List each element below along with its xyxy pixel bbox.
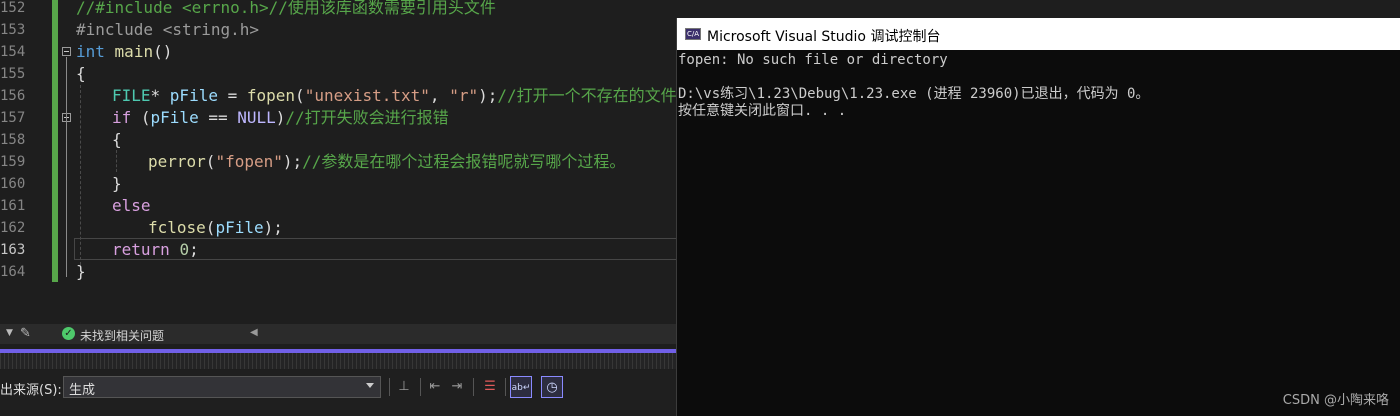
timestamp-toggle-icon[interactable]: ◷	[541, 376, 563, 398]
comment: //打开失败会进行报错	[285, 108, 449, 127]
word-wrap-toggle-icon[interactable]: ab↵	[510, 376, 532, 398]
console-title-bar[interactable]: C/A Microsoft Visual Studio 调试控制台	[677, 18, 1400, 50]
line-number-current: 163	[0, 242, 26, 258]
variable: pFile	[150, 108, 199, 127]
toolbar-divider	[505, 378, 506, 396]
line-number: 155	[0, 66, 26, 82]
debug-console-window[interactable]: C/A Microsoft Visual Studio 调试控制台 fopen:…	[676, 18, 1400, 416]
keyword: if	[112, 108, 132, 127]
code-line: 164	[0, 261, 676, 283]
punct: ;	[189, 240, 199, 259]
code-text: FILE* pFile = fopen("unexist.txt", "r");…	[112, 85, 676, 107]
punct: =	[217, 86, 247, 105]
function-name: main	[114, 42, 154, 61]
keyword: return	[112, 240, 170, 259]
punct: (	[205, 218, 216, 237]
variable: pFile	[215, 218, 264, 237]
punct: ,	[429, 86, 450, 105]
code-line: 155	[0, 63, 676, 85]
punct: );	[282, 152, 303, 171]
code-text: return 0;	[112, 239, 199, 261]
punct: ()	[153, 42, 173, 61]
toolbar-divider	[420, 378, 421, 396]
string-literal: "unexist.txt"	[304, 86, 430, 105]
line-number: 152	[0, 0, 26, 16]
line-number: 154	[0, 44, 26, 60]
code-text: #include <string.h>	[76, 20, 260, 39]
punct: )	[275, 108, 286, 127]
next-message-icon[interactable]: ⇥	[446, 376, 468, 398]
previous-message-icon[interactable]: ⇤	[424, 376, 446, 398]
type-name: FILE	[112, 86, 151, 105]
punct: ==	[198, 108, 238, 127]
code-text: int main()	[76, 41, 172, 63]
panel-resize-grip[interactable]	[0, 353, 676, 369]
punct: );	[263, 218, 283, 237]
line-number: 156	[0, 88, 26, 104]
line-number: 157	[0, 110, 26, 126]
comment: //参数是在哪个过程会报错呢就写哪个过程。	[302, 152, 626, 171]
code-text: if (pFile == NULL)//打开失败会进行报错	[112, 107, 449, 129]
punct: *	[150, 86, 170, 105]
code-editor[interactable]: 152 153 154 155 156 157 158 159 160 161 …	[0, 0, 676, 326]
toolbar-divider	[389, 378, 390, 396]
console-app-icon: C/A	[685, 28, 701, 40]
code-cleanup-icon[interactable]: ✎	[20, 326, 31, 341]
code-line: 161	[0, 195, 676, 217]
editor-status-bar: ▼ ✎ ✓ 未找到相关问题 ◀	[0, 324, 676, 344]
macro: NULL	[237, 108, 276, 127]
keyword: int	[76, 42, 105, 61]
code-text: fclose(pFile);	[148, 217, 283, 239]
function-name: fopen	[246, 86, 296, 105]
fold-toggle-icon[interactable]	[62, 47, 71, 56]
code-text: //#include <errno.h>//使用该库函数需要引用头文件	[76, 0, 496, 17]
punct: (	[205, 152, 216, 171]
line-number: 158	[0, 132, 26, 148]
function-name: fclose	[148, 218, 206, 237]
code-text: {	[112, 130, 122, 149]
watermark: CSDN @小陶来咯	[1282, 393, 1389, 408]
number-literal: 0	[179, 240, 190, 259]
line-number: 160	[0, 176, 26, 192]
fold-guide	[66, 57, 67, 277]
indent-guide	[116, 150, 117, 172]
punct: );	[478, 86, 498, 105]
code-text: else	[112, 196, 151, 215]
code-text: perror("fopen");//参数是在哪个过程会报错呢就写哪个过程。	[148, 151, 625, 173]
output-source-select[interactable]: 生成	[63, 376, 381, 398]
console-window-title: Microsoft Visual Studio 调试控制台	[707, 29, 941, 45]
clear-all-icon[interactable]: ☰	[479, 376, 501, 398]
dropdown-arrow-icon[interactable]: ▼	[6, 328, 13, 338]
code-line: 158	[0, 129, 676, 151]
scroll-left-icon[interactable]: ◀	[250, 327, 258, 338]
output-source-label: 出来源(S):	[0, 383, 62, 398]
function-name: perror	[148, 152, 206, 171]
issues-status-text[interactable]: 未找到相关问题	[80, 327, 164, 344]
string-literal: "r"	[449, 86, 479, 105]
code-text: {	[76, 64, 86, 83]
string-literal: "fopen"	[215, 152, 283, 171]
find-message-icon[interactable]: ⊥	[393, 376, 415, 398]
code-line: 160	[0, 173, 676, 195]
toolbar-divider	[473, 378, 474, 396]
comment: //打开一个不存在的文件	[497, 86, 676, 105]
line-number: 161	[0, 198, 26, 214]
code-text: }	[112, 174, 122, 193]
punct: (	[295, 86, 305, 105]
output-source-value: 生成	[69, 383, 96, 398]
output-panel-toolbar: 出来源(S): 生成 ⊥ ⇤ ⇥ ☰ ab↵ ◷	[0, 370, 676, 416]
code-text: }	[76, 262, 86, 281]
check-circle-icon: ✓	[62, 327, 75, 340]
line-number: 164	[0, 264, 26, 280]
chevron-down-icon	[366, 383, 374, 388]
code-line: 162	[0, 217, 676, 239]
line-number: 162	[0, 220, 26, 236]
punct: (	[131, 108, 151, 127]
console-output: fopen: No such file or directory D:\vs练习…	[678, 52, 1150, 119]
line-number: 153	[0, 22, 26, 38]
variable: pFile	[169, 86, 218, 105]
line-number: 159	[0, 154, 26, 170]
